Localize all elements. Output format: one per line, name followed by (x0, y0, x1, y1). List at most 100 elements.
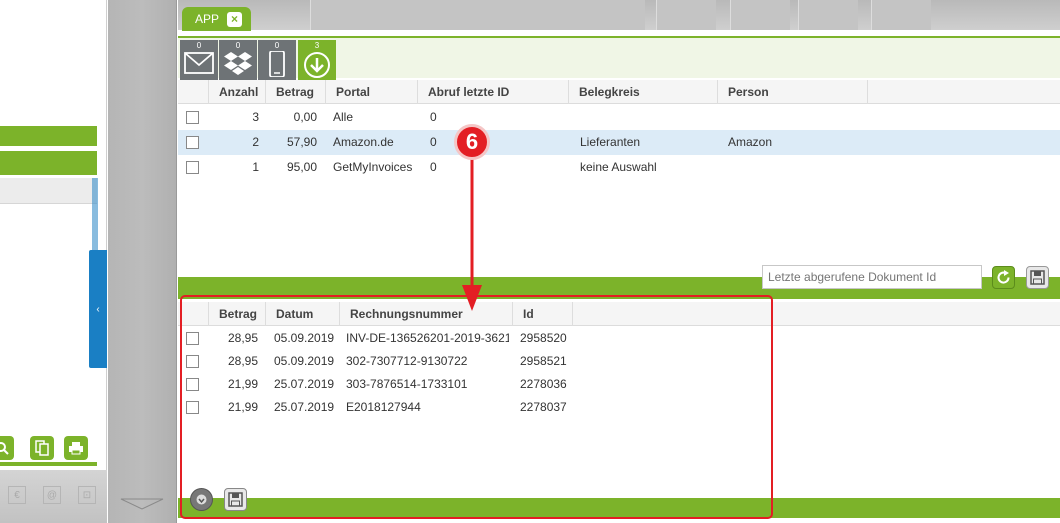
cell-betrag: 28,95 (227, 331, 258, 345)
copy-button[interactable] (30, 436, 54, 460)
portal-table-header: Anzahl Betrag Portal Abruf letzte ID Bel… (178, 80, 1060, 104)
tab-label: APP (195, 12, 220, 26)
cell-betrag: 0,00 (293, 110, 317, 124)
download-icon (196, 494, 207, 505)
header-anzahl[interactable]: Anzahl (209, 80, 266, 104)
header-belegkreis[interactable]: Belegkreis (569, 80, 718, 104)
portal-download-button[interactable]: 3 (298, 40, 336, 80)
row-checkbox[interactable] (186, 111, 199, 124)
portal-toolbar: 0 0 0 3 (178, 36, 1060, 80)
email-icon[interactable]: @ (43, 486, 61, 504)
save-button[interactable] (1026, 266, 1049, 289)
header-betrag[interactable]: Betrag (266, 80, 326, 104)
cell-rechnungsnummer: 302-7307712-9130722 (346, 354, 468, 368)
cell-betrag: 21,99 (227, 400, 258, 414)
main-content: APP × 0 0 0 3 Anzahl Betrag Portal Abruf… (178, 0, 1060, 523)
mobile-icon (269, 51, 285, 77)
refresh-button[interactable] (992, 266, 1015, 289)
header-betrag[interactable]: Betrag (209, 302, 266, 326)
cell-rechnungsnummer: E2018127944 (346, 400, 421, 414)
header-decoration (798, 0, 858, 30)
cell-datum: 05.09.2019 (274, 354, 335, 368)
portal-dropbox-button[interactable]: 0 (219, 40, 257, 80)
currency-icon[interactable]: € (8, 486, 26, 504)
cell-portal: Amazon.de (333, 135, 394, 149)
cell-betrag: 21,99 (227, 377, 258, 391)
portal-count: 0 (235, 41, 241, 50)
cell-betrag: 95,00 (286, 160, 317, 174)
header-select (178, 302, 209, 326)
mail-icon (184, 52, 214, 74)
header-abruf[interactable]: Abruf letzte ID (418, 80, 569, 104)
download-icon (304, 52, 330, 78)
cell-id: 2958520 (520, 331, 567, 345)
close-icon[interactable]: × (227, 11, 243, 27)
table-row[interactable]: 28,95 05.09.2019 302-7307712-9130722 295… (178, 350, 1060, 373)
cell-rechnungsnummer: 303-7876514-1733101 (346, 377, 468, 391)
cell-betrag: 57,90 (286, 135, 317, 149)
cell-id: 2278036 (520, 377, 567, 391)
save-icon (1030, 270, 1045, 285)
cell-portal: GetMyInvoices (333, 160, 413, 174)
cell-portal: Alle (333, 110, 354, 124)
panel-gutter (108, 0, 177, 523)
left-footer: € @ ⊡ (0, 470, 107, 523)
tab-bar: APP × (178, 0, 1060, 31)
cell-abruf: 0 (430, 160, 437, 174)
cell-anzahl: 1 (252, 160, 259, 174)
portal-mobile-button[interactable]: 0 (258, 40, 296, 80)
row-checkbox[interactable] (186, 332, 199, 345)
download-button[interactable] (190, 488, 213, 511)
row-checkbox[interactable] (186, 378, 199, 391)
header-portal[interactable]: Portal (326, 80, 418, 104)
table-row[interactable]: 1 95,00 GetMyInvoices 0 keine Auswahl (178, 155, 1060, 180)
tab-app[interactable]: APP × (182, 7, 251, 31)
row-checkbox[interactable] (186, 136, 199, 149)
portal-mail-button[interactable]: 0 (180, 40, 218, 80)
header-person[interactable]: Person (718, 80, 868, 104)
header-datum[interactable]: Datum (266, 302, 340, 326)
printer-icon (69, 442, 83, 455)
header-decoration (871, 0, 931, 30)
cell-id: 2278037 (520, 400, 567, 414)
left-bottom-bar (0, 462, 97, 466)
last-id-input[interactable] (762, 265, 982, 289)
header-select (178, 80, 209, 104)
collapse-panel-button[interactable]: ‹ (89, 250, 107, 368)
cell-anzahl: 2 (252, 135, 259, 149)
left-toolbar (0, 434, 97, 464)
cell-person (728, 155, 868, 180)
search-button[interactable] (0, 436, 14, 460)
left-section-bar[interactable] (0, 126, 97, 146)
save-icon (228, 492, 243, 507)
cell-person (728, 105, 868, 130)
cell-rechnungsnummer: INV-DE-136526201-2019-3621 (346, 331, 509, 345)
left-section-bar[interactable] (0, 151, 97, 175)
header-decoration (310, 0, 645, 30)
cell-datum: 05.09.2019 (274, 331, 335, 345)
table-row[interactable]: 3 0,00 Alle 0 (178, 105, 1060, 130)
cell-id: 2958521 (520, 354, 567, 368)
cell-belegkreis: keine Auswahl (580, 160, 657, 174)
row-checkbox[interactable] (186, 355, 199, 368)
scan-icon[interactable]: ⊡ (78, 486, 96, 504)
header-id[interactable]: Id (513, 302, 573, 326)
cell-anzahl: 3 (252, 110, 259, 124)
table-row[interactable]: 28,95 05.09.2019 INV-DE-136526201-2019-3… (178, 327, 1060, 350)
table-row[interactable]: 2 57,90 Amazon.de 0 Lieferanten Amazon (178, 130, 1060, 155)
cell-abruf: 0 (430, 135, 437, 149)
left-panel: ‹ € @ ⊡ (0, 0, 107, 523)
triangle-down-icon[interactable] (120, 498, 164, 510)
print-button[interactable] (64, 436, 88, 460)
search-icon (0, 442, 9, 455)
row-checkbox[interactable] (186, 401, 199, 414)
cell-betrag: 28,95 (227, 354, 258, 368)
table-row[interactable]: 21,99 25.07.2019 E2018127944 2278037 (178, 396, 1060, 419)
left-list-header (0, 178, 97, 204)
row-checkbox[interactable] (186, 161, 199, 174)
table-row[interactable]: 21,99 25.07.2019 303-7876514-1733101 227… (178, 373, 1060, 396)
annotation-step-badge: 6 (454, 124, 490, 160)
document-table-header: Betrag Datum Rechnungsnummer Id (178, 302, 1060, 326)
save-button[interactable] (224, 488, 247, 511)
cell-abruf: 0 (430, 110, 437, 124)
